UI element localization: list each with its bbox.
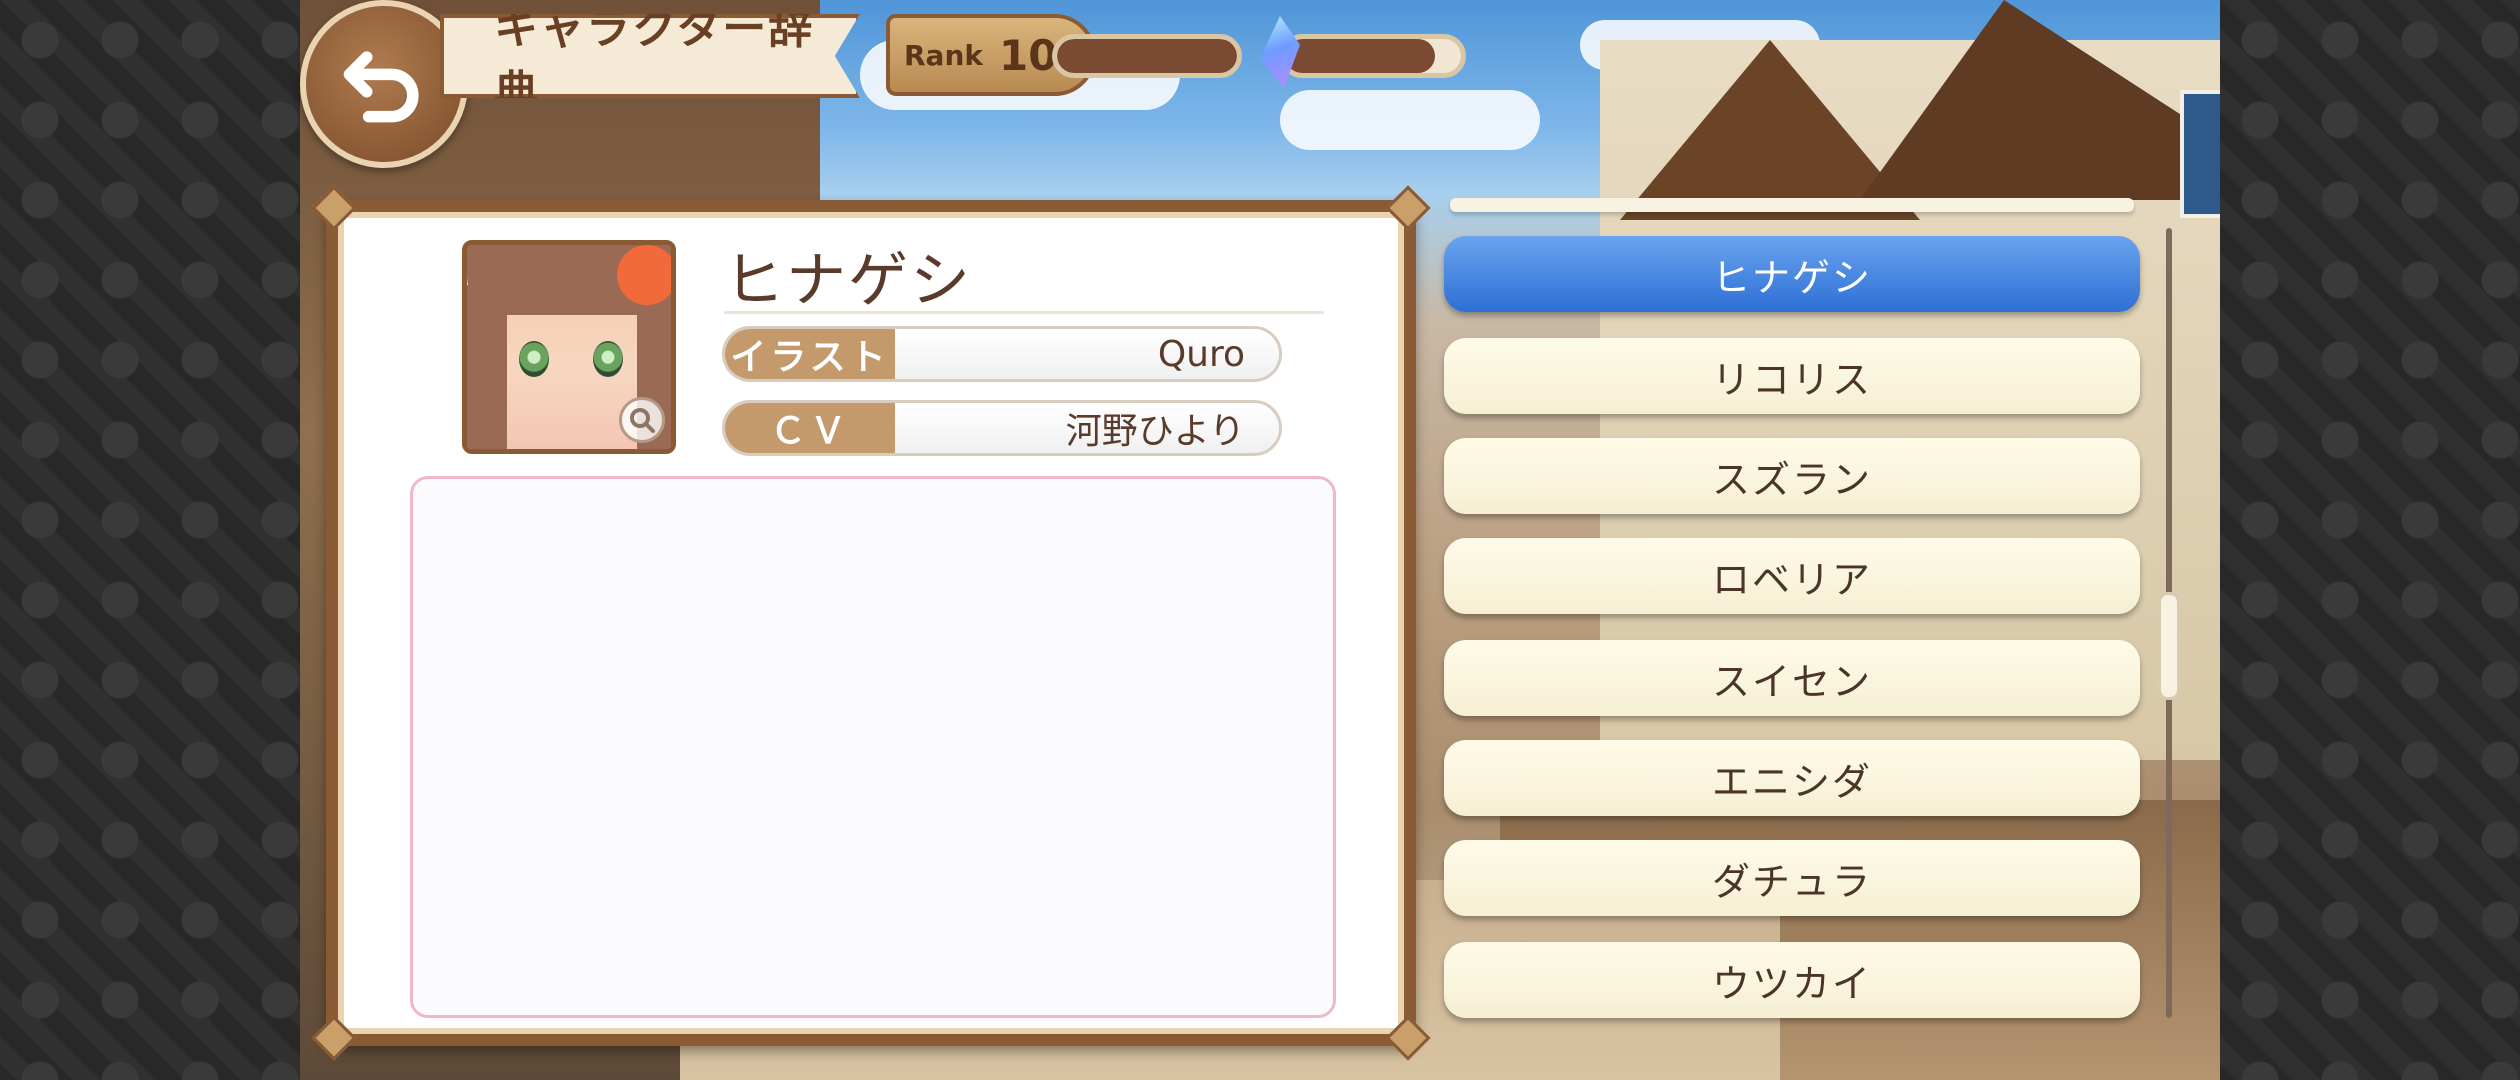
list-item[interactable]: ダチュラ xyxy=(1444,840,2140,916)
character-name: ヒナゲシ xyxy=(724,246,972,316)
magnifier-icon[interactable] xyxy=(619,397,665,443)
exp-bar-fill xyxy=(1057,39,1237,73)
character-portrait[interactable] xyxy=(462,240,676,454)
list-item[interactable]: エニシダ xyxy=(1444,740,2140,816)
list-item[interactable]: ウツカイ xyxy=(1444,942,2140,1018)
list-item[interactable]: ヒナゲシ xyxy=(1444,236,2140,312)
back-arrow-icon xyxy=(343,51,419,123)
portrait-eye xyxy=(593,341,623,377)
illustrator-value: Quro xyxy=(1157,333,1245,375)
magnifier-glyph xyxy=(630,408,655,433)
exp-bar-secondary xyxy=(1280,34,1466,78)
description-box xyxy=(410,476,1336,1018)
left-side-pattern xyxy=(0,0,300,1080)
exp-bar xyxy=(1052,34,1242,78)
name-divider xyxy=(724,311,1324,314)
cloud xyxy=(1280,90,1540,150)
list-top-border xyxy=(1450,198,2134,212)
illustrator-row: イラスト Quro xyxy=(722,326,1282,382)
page-title: キャラクター辞典 xyxy=(440,14,860,98)
portrait-eye xyxy=(519,341,549,377)
exp-bar-secondary-fill xyxy=(1285,39,1435,73)
illustrator-label: イラスト xyxy=(725,329,895,379)
right-side-pattern xyxy=(2220,0,2520,1080)
portrait-hair xyxy=(467,285,507,449)
list-item[interactable]: スイセン xyxy=(1444,640,2140,716)
rank-label: Rank xyxy=(904,38,984,72)
list-item[interactable]: リコリス xyxy=(1444,338,2140,414)
voice-actor-label: ＣＶ xyxy=(725,403,895,453)
poppy-flower xyxy=(617,245,671,305)
list-item[interactable]: ロベリア xyxy=(1444,538,2140,614)
list-item[interactable]: スズラン xyxy=(1444,438,2140,514)
list-scrollbar-thumb[interactable] xyxy=(2158,592,2180,700)
voice-actor-value: 河野ひより xyxy=(1065,411,1245,452)
voice-actor-row: ＣＶ 河野ひより xyxy=(722,400,1282,456)
window xyxy=(2180,90,2220,218)
